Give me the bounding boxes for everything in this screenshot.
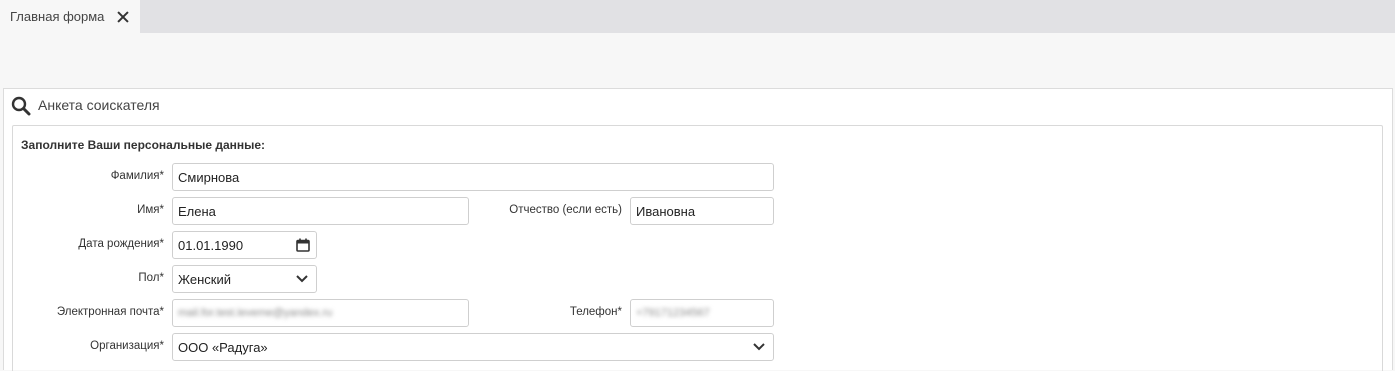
last-name-value: Смирнова <box>178 169 240 185</box>
phone-label: Телефон* <box>569 306 622 318</box>
panel-title: Анкета соискателя <box>38 97 160 113</box>
middle-name-field[interactable]: Ивановна <box>630 197 774 225</box>
search-icon <box>11 96 31 116</box>
tab-bar: Главная форма <box>0 0 1395 33</box>
personal-data-fieldset: Заполните Ваши персональные данные: Фами… <box>12 125 1383 371</box>
birth-date-field[interactable]: 01.01.1990 <box>172 231 317 259</box>
first-name-field[interactable]: Елена <box>172 197 469 225</box>
email-field[interactable]: mail.for.test.leveme@yandex.ru <box>172 299 469 327</box>
chevron-down-icon <box>296 275 308 283</box>
email-label: Электронная почта* <box>56 306 164 318</box>
chevron-down-icon <box>753 343 765 351</box>
last-name-field[interactable]: Смирнова <box>172 163 774 191</box>
last-name-label: Фамилия* <box>110 170 164 182</box>
close-icon[interactable] <box>116 10 130 24</box>
gender-select[interactable]: Женский <box>172 265 317 293</box>
tab-label: Главная форма <box>10 9 105 24</box>
organization-select[interactable]: ООО «Радуга» <box>172 333 774 361</box>
phone-value: +79171234567 <box>636 307 710 319</box>
first-name-value: Елена <box>178 203 216 219</box>
organization-value: ООО «Радуга» <box>178 339 268 355</box>
birth-date-value: 01.01.1990 <box>178 237 244 253</box>
applicant-form-panel: Анкета соискателя Заполните Ваши персона… <box>3 88 1393 371</box>
gender-label: Пол* <box>138 272 164 284</box>
section-title: Заполните Ваши персональные данные: <box>21 138 266 152</box>
toolbar-area <box>0 33 1395 88</box>
calendar-icon[interactable] <box>296 238 310 252</box>
middle-name-value: Ивановна <box>636 203 696 219</box>
birth-date-label: Дата рождения* <box>78 238 164 250</box>
gender-value: Женский <box>178 271 231 287</box>
first-name-label: Имя* <box>137 204 164 216</box>
organization-label: Организация* <box>90 340 164 352</box>
email-value: mail.for.test.leveme@yandex.ru <box>178 307 333 319</box>
middle-name-label: Отчество (если есть) <box>509 204 622 216</box>
phone-field[interactable]: +79171234567 <box>630 299 774 327</box>
tab-main-form[interactable]: Главная форма <box>0 0 140 33</box>
panel-header: Анкета соискателя <box>4 89 1392 123</box>
